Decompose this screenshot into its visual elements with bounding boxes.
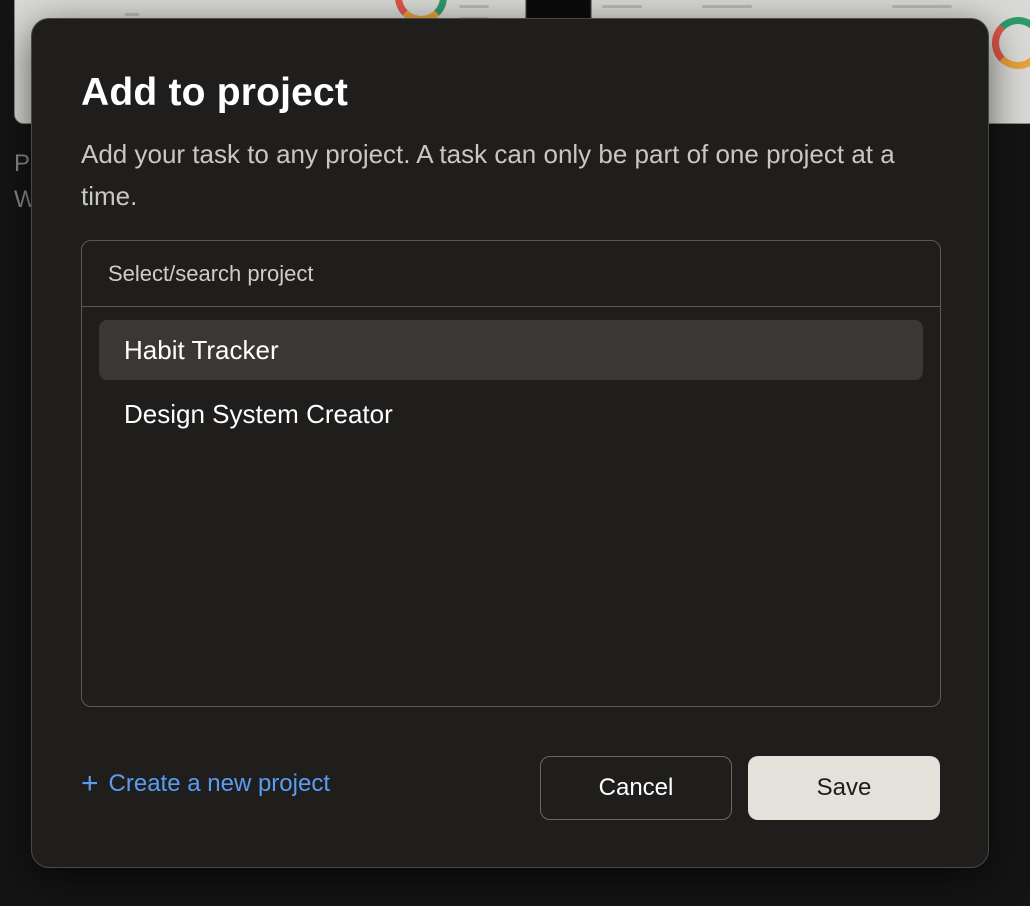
background-text: P xyxy=(14,150,31,177)
dialog-description: Add your task to any project. A task can… xyxy=(81,139,895,211)
cancel-button[interactable]: Cancel xyxy=(540,756,732,820)
project-option-design-system-creator[interactable]: Design System Creator xyxy=(99,384,923,444)
project-search-box xyxy=(82,241,940,307)
project-search-input[interactable] xyxy=(108,260,940,287)
project-option-label: Habit Tracker xyxy=(124,334,279,365)
project-list: Habit Tracker Design System Creator xyxy=(82,307,940,461)
project-option-label: Design System Creator xyxy=(124,398,393,429)
plus-icon: + xyxy=(81,767,99,800)
create-new-project-link[interactable]: + Create a new project xyxy=(81,769,330,799)
add-to-project-dialog: Add to project Add your task to any proj… xyxy=(31,18,989,868)
dialog-title: Add to project xyxy=(81,71,349,114)
project-picker: Habit Tracker Design System Creator xyxy=(81,240,941,707)
project-option-habit-tracker[interactable]: Habit Tracker xyxy=(99,320,923,380)
create-new-project-label: Create a new project xyxy=(108,770,330,797)
save-button[interactable]: Save xyxy=(748,756,940,820)
